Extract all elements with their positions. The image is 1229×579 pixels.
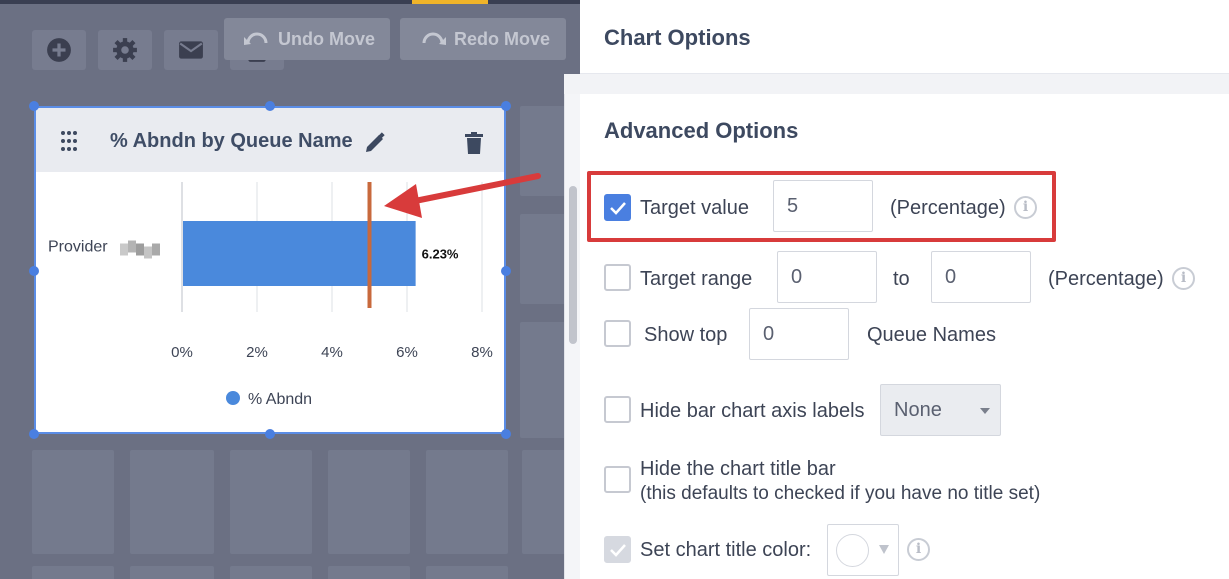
data-label: 6.23%: [422, 247, 459, 262]
annotation-highlight-box: [587, 171, 1056, 242]
scrollbar[interactable]: [564, 94, 580, 579]
target-range-unit: (Percentage): [1048, 268, 1164, 290]
add-icon[interactable]: [32, 30, 86, 70]
info-icon[interactable]: i: [907, 538, 930, 561]
x-tick-label: 0%: [171, 344, 193, 361]
redo-move-label: Redo Move: [454, 28, 551, 49]
show-top-checkbox[interactable]: [604, 320, 631, 347]
redacted-block: [152, 243, 160, 256]
hide-title-bar-hint: (this defaults to checked if you have no…: [640, 483, 1041, 504]
resize-handle-bottom-right[interactable]: [501, 429, 511, 439]
drag-handle-icon[interactable]: [60, 130, 78, 152]
resize-handle-left[interactable]: [29, 266, 39, 276]
panel-header: Chart Options: [580, 0, 1229, 74]
title-color-picker[interactable]: [827, 524, 899, 576]
chevron-down-icon: [980, 408, 990, 414]
legend-label: % Abndn: [248, 391, 312, 408]
x-tick-label: 6%: [396, 344, 418, 361]
trash-icon[interactable]: [464, 132, 484, 154]
redacted-block: [144, 246, 152, 259]
target-range-from-input[interactable]: 0: [777, 251, 877, 303]
category-label: Provider: [48, 239, 108, 256]
chart-widget[interactable]: % Abndn by Queue Name 6.23% 0% 2% 4% 6% 8% P…: [34, 106, 506, 434]
advanced-options-section: Advanced Options Target value 5 (Percent…: [580, 94, 1229, 579]
checkmark-icon: [610, 544, 626, 557]
panel-title: Chart Options: [604, 25, 751, 50]
redo-move-button[interactable]: Redo Move: [400, 18, 566, 60]
redo-icon: [422, 32, 446, 45]
resize-handle-bottom[interactable]: [265, 429, 275, 439]
info-icon[interactable]: i: [1172, 267, 1195, 290]
undo-move-button[interactable]: Undo Move: [224, 18, 390, 60]
resize-handle-top[interactable]: [265, 101, 275, 111]
x-tick-label: 4%: [321, 344, 343, 361]
title-color-label: Set chart title color:: [640, 539, 812, 561]
show-top-label: Show top: [644, 324, 728, 346]
x-tick-label: 8%: [471, 344, 493, 361]
show-top-input[interactable]: 0: [749, 308, 849, 360]
annotation-arrow: [384, 173, 541, 218]
hide-axis-labels-checkbox[interactable]: [604, 396, 631, 423]
target-range-to-label: to: [893, 268, 910, 290]
gear-icon[interactable]: [98, 30, 152, 70]
hide-title-bar-checkbox[interactable]: [604, 466, 631, 493]
resize-handle-top-left[interactable]: [29, 101, 39, 111]
legend-marker: [226, 391, 240, 405]
bar: [183, 221, 416, 286]
scrollbar-thumb[interactable]: [569, 186, 577, 344]
undo-icon: [244, 32, 268, 45]
hide-axis-labels-label: Hide bar chart axis labels: [640, 400, 865, 422]
axis-labels-select[interactable]: None: [880, 384, 1001, 436]
target-range-label: Target range: [640, 268, 753, 290]
redacted-text: [120, 240, 160, 259]
hide-title-bar-label: Hide the chart title bar: [640, 458, 836, 480]
undo-move-label: Undo Move: [278, 28, 375, 49]
panel-divider: [564, 74, 1229, 94]
resize-handle-right[interactable]: [501, 266, 511, 276]
chevron-down-icon: [879, 545, 889, 554]
axis-labels-select-value: None: [894, 399, 942, 421]
x-tick-label: 2%: [246, 344, 268, 361]
mail-icon[interactable]: [164, 30, 218, 70]
color-swatch: [836, 534, 869, 567]
chart-options-panel: Chart Options Advanced Options Target va…: [564, 0, 1229, 579]
redacted-block: [120, 243, 128, 256]
redacted-block: [128, 240, 136, 253]
widget-title: % Abndn by Queue Name: [110, 130, 353, 152]
resize-handle-bottom-left[interactable]: [29, 429, 39, 439]
resize-handle-top-right[interactable]: [501, 101, 511, 111]
section-title: Advanced Options: [604, 118, 799, 143]
redacted-block: [136, 243, 144, 256]
title-color-checkbox[interactable]: [604, 536, 631, 563]
edit-pencil-icon[interactable]: [364, 132, 386, 154]
show-top-suffix: Queue Names: [867, 324, 996, 346]
target-range-checkbox[interactable]: [604, 264, 631, 291]
target-range-to-input[interactable]: 0: [931, 251, 1031, 303]
